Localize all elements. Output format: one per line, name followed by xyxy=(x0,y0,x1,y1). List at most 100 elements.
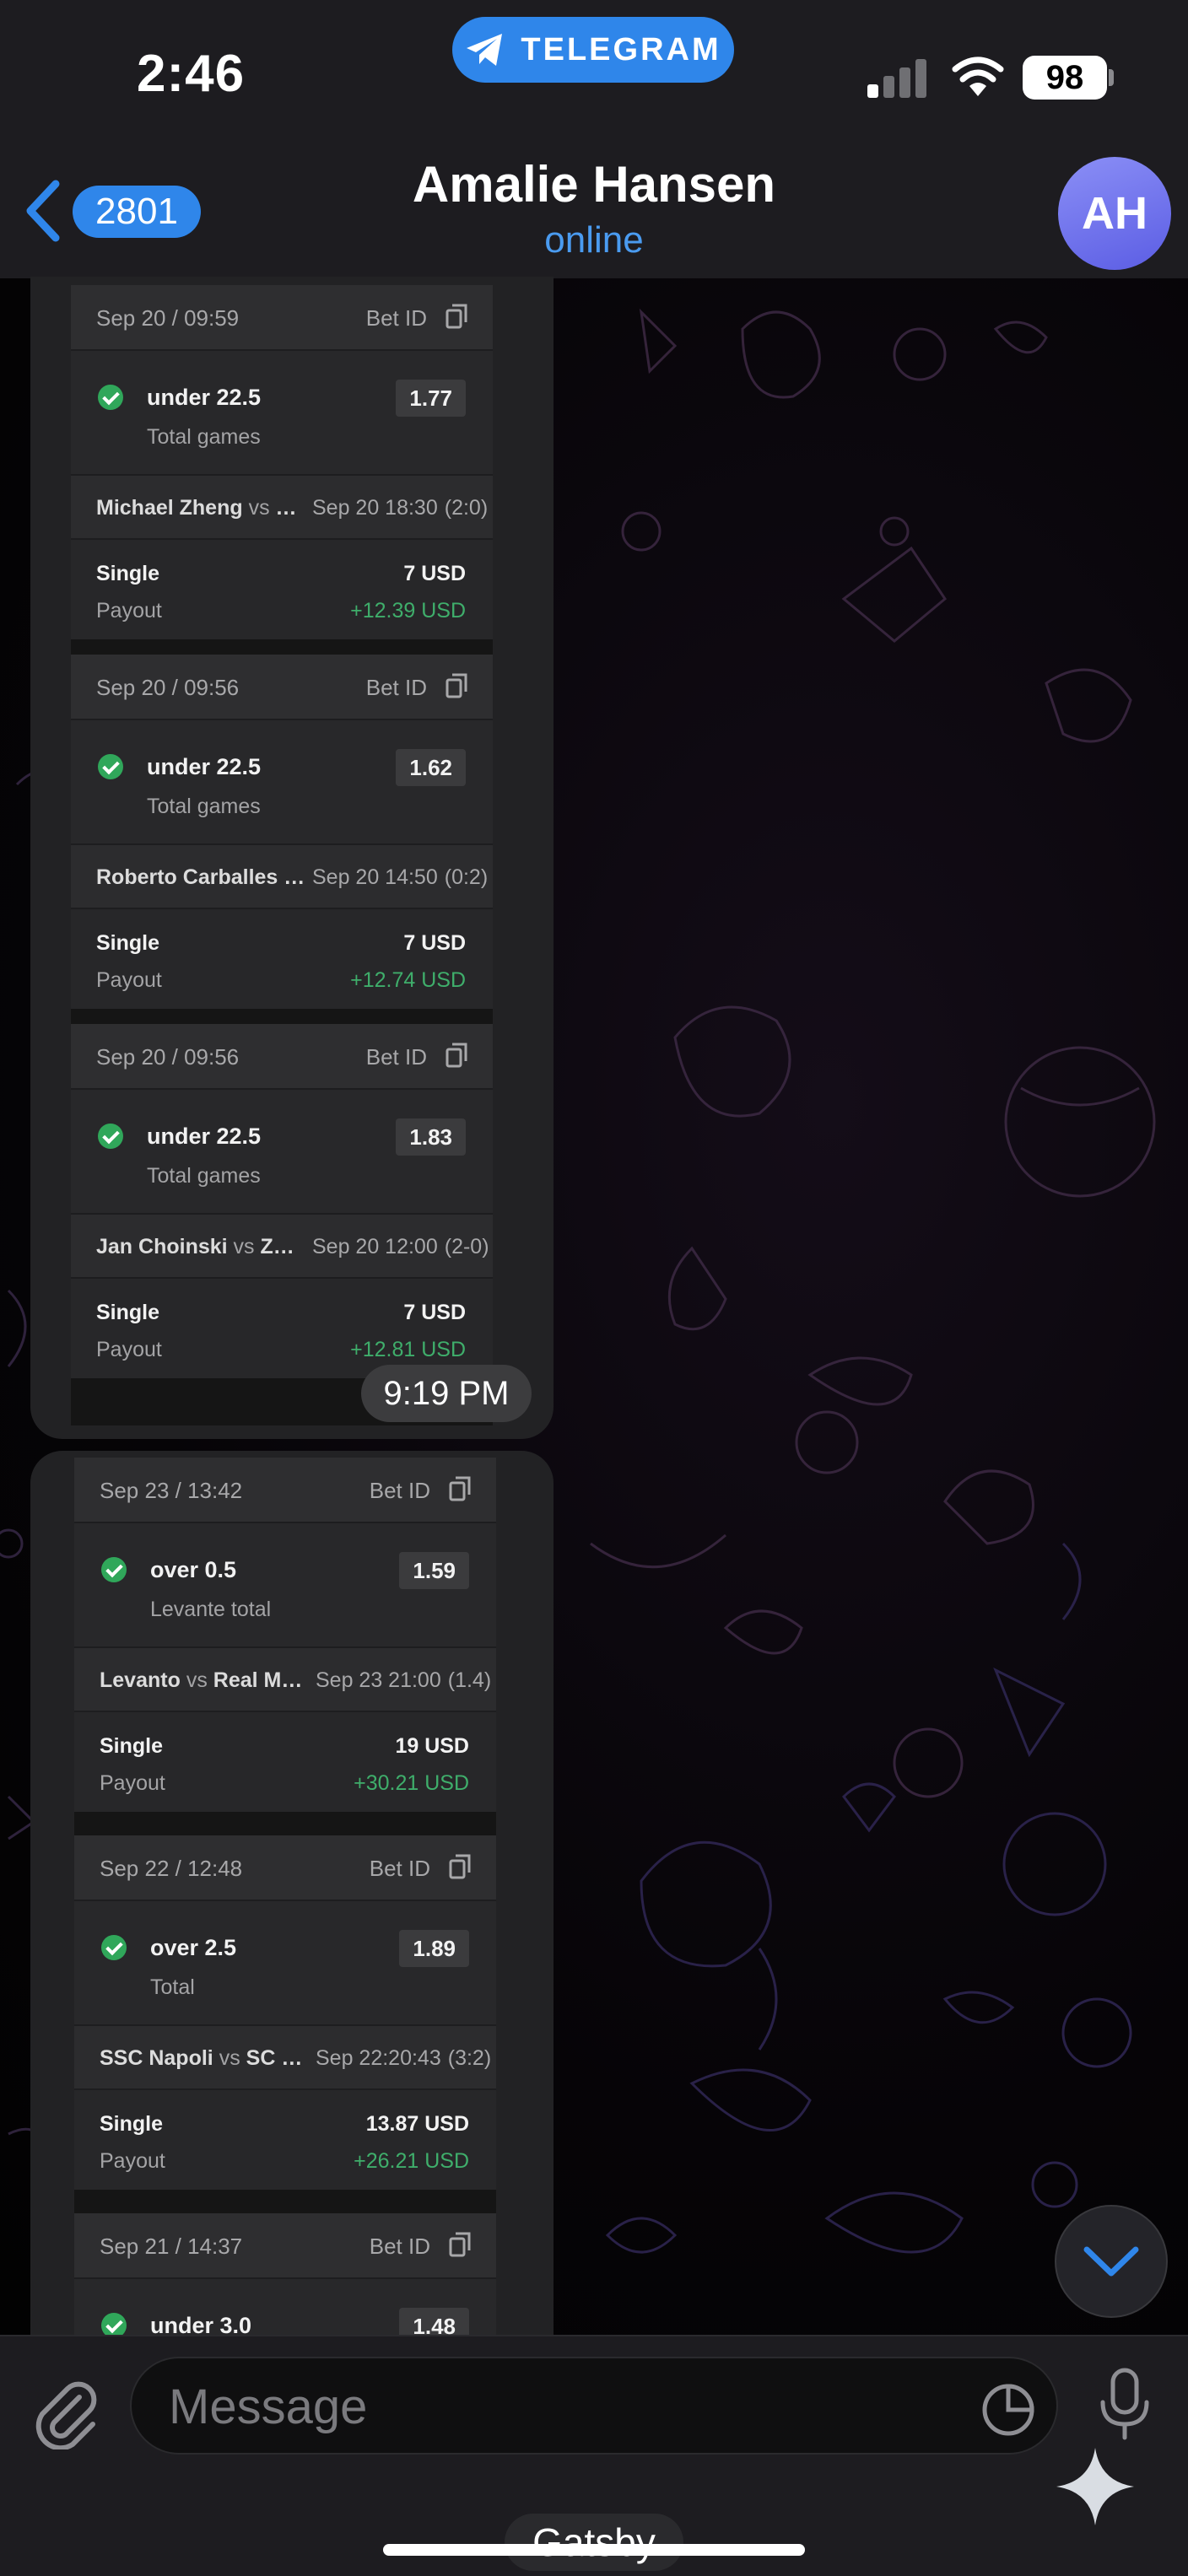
bet-card-header: Sep 20 / 09:56 Bet ID xyxy=(71,1024,493,1088)
sticker-icon[interactable] xyxy=(979,2380,1038,2439)
bet-type: Single xyxy=(96,931,160,955)
bet-pick: under 22.5 xyxy=(147,385,262,410)
bet-pick: under 22.5 xyxy=(147,754,262,779)
message-input[interactable] xyxy=(169,2377,928,2436)
bet-match: Roberto Carballes Ba... Sep 20 14:50 (0:2… xyxy=(71,843,493,908)
copy-icon[interactable] xyxy=(449,1476,471,1501)
bet-date: Sep 23 / 13:42 xyxy=(100,1478,243,1503)
payout-label: Payout xyxy=(96,599,162,622)
bet-match: Michael Zheng vs Da... Sep 20 18:30(2:0) xyxy=(71,474,493,538)
team-a: SSC Napoli xyxy=(100,2046,213,2070)
copy-icon[interactable] xyxy=(446,673,467,698)
payout-amount: +30.21 USD xyxy=(354,1771,469,1795)
bet-odds: 1.77 xyxy=(396,380,466,417)
check-circle-icon xyxy=(101,1935,127,1960)
team-b: Real Mad... xyxy=(213,1668,310,1692)
match-score: (1.4) xyxy=(447,1668,492,1692)
payout-label: Payout xyxy=(96,968,162,992)
stake-amount: 7 USD xyxy=(403,562,466,585)
bet-stake: Single 13.87 USD Payout +26.21 USD xyxy=(74,2088,496,2190)
mic-icon[interactable] xyxy=(1097,2367,1153,2443)
team-b: Da... xyxy=(275,496,307,520)
bet-pick: over 2.5 xyxy=(150,1935,237,1960)
bet-selection: under 3.0 1.48 xyxy=(74,2277,496,2336)
copy-icon[interactable] xyxy=(449,1854,471,1879)
bet-card: Sep 21 / 14:37 Bet ID under 3.0 1.48 xyxy=(74,2213,496,2336)
payout-label: Payout xyxy=(100,1771,165,1795)
bet-card-header: Sep 20 / 09:56 Bet ID xyxy=(71,655,493,719)
vs-label: vs xyxy=(233,1235,255,1258)
message-time: 9:19 PM xyxy=(361,1365,532,1422)
vs-label: vs xyxy=(186,1668,208,1692)
match-score: (0:2) xyxy=(444,865,489,889)
bet-card-header: Sep 20 / 09:59 Bet ID xyxy=(71,285,493,349)
contact-name[interactable]: Amalie Hansen xyxy=(0,155,1188,213)
bet-card: Sep 20 / 09:56 Bet ID under 22.5 Total g… xyxy=(71,1024,493,1378)
vs-label: vs xyxy=(248,496,270,520)
check-circle-icon xyxy=(98,754,123,779)
match-time: Sep 20 18:30 xyxy=(312,496,438,520)
message-input-wrapper xyxy=(130,2357,1058,2455)
message-bubble-1[interactable]: Sep 20 / 09:59 Bet ID under 22.5 Total g… xyxy=(30,277,554,1439)
payout-amount: +12.39 USD xyxy=(350,599,466,622)
vs-label: vs xyxy=(219,2046,240,2070)
home-indicator[interactable] xyxy=(383,2544,805,2556)
team-a: Roberto Carballes Ba... xyxy=(96,865,307,889)
bet-type: Single xyxy=(100,1734,164,1758)
telegram-pill-label: TELEGRAM xyxy=(521,31,721,67)
bet-selection: under 22.5 Total games 1.62 xyxy=(71,719,493,843)
check-circle-icon xyxy=(101,2313,127,2336)
bet-odds: 1.59 xyxy=(399,1552,469,1589)
bet-selection: over 2.5 Total 1.89 xyxy=(74,1900,496,2024)
bet-history-screenshot[interactable]: Sep 20 / 09:59 Bet ID under 22.5 Total g… xyxy=(71,285,493,1425)
bet-pick: under 3.0 xyxy=(150,2313,252,2336)
bet-stake: Single 19 USD Payout +30.21 USD xyxy=(74,1711,496,1812)
copy-icon[interactable] xyxy=(446,1043,467,1068)
bet-type: Single xyxy=(96,562,160,585)
copy-icon[interactable] xyxy=(446,304,467,329)
bet-market: Total xyxy=(150,1975,195,1999)
bet-market: Total games xyxy=(147,795,261,818)
payout-label: Payout xyxy=(100,2149,165,2173)
check-circle-icon xyxy=(101,1557,127,1582)
scroll-down-button[interactable] xyxy=(1055,2205,1168,2318)
bet-history-screenshot[interactable]: Sep 23 / 13:42 Bet ID over 0.5 Levante t… xyxy=(74,1458,496,2336)
bet-market: Total games xyxy=(147,1164,261,1188)
team-a: Jan Choinski xyxy=(96,1235,228,1258)
payout-amount: +12.81 USD xyxy=(350,1338,466,1361)
stake-amount: 19 USD xyxy=(395,1734,469,1758)
payout-label: Payout xyxy=(96,1338,162,1361)
bet-market: Total games xyxy=(147,425,261,449)
bet-match: Levanto vs Real Mad... Sep 23 21:00(1.4) xyxy=(74,1646,496,1711)
bet-type: Single xyxy=(96,1301,160,1324)
stake-amount: 7 USD xyxy=(403,1301,466,1324)
bet-card: Sep 22 / 12:48 Bet ID over 2.5 Total 1.8… xyxy=(74,1835,496,2190)
telegram-pill[interactable]: TELEGRAM xyxy=(452,17,734,83)
message-bubble-2[interactable]: Sep 23 / 13:42 Bet ID over 0.5 Levante t… xyxy=(30,1451,554,2336)
bet-id-label: Bet ID xyxy=(365,675,427,700)
copy-icon[interactable] xyxy=(449,2232,471,2257)
contact-status: online xyxy=(544,219,644,261)
check-circle-icon xyxy=(98,385,123,410)
chat-header: 2:46 TELEGRAM 98 2801 Amalie Hansen onli… xyxy=(0,0,1188,278)
bet-date: Sep 20 / 09:59 xyxy=(96,305,240,331)
bet-odds: 1.48 xyxy=(399,2308,469,2336)
keyboard-suggestion[interactable]: Gatsby xyxy=(505,2514,683,2571)
team-a: Michael Zheng xyxy=(96,496,243,520)
sparkle-icon[interactable] xyxy=(1053,2444,1137,2529)
match-time: Sep 22:20:43 xyxy=(316,2046,441,2070)
bet-odds: 1.62 xyxy=(396,749,466,786)
bet-odds: 1.89 xyxy=(399,1930,469,1967)
stake-amount: 13.87 USD xyxy=(365,2112,469,2136)
bet-market: Levante total xyxy=(150,1598,272,1621)
bet-match: Jan Choinski vs Zden... Sep 20 12:00 (2-0… xyxy=(71,1213,493,1277)
match-score: (2-0) xyxy=(444,1235,489,1258)
bet-id-label: Bet ID xyxy=(369,2234,430,2259)
avatar[interactable]: AH xyxy=(1058,157,1171,270)
bet-id-label: Bet ID xyxy=(369,1856,430,1881)
payout-amount: +26.21 USD xyxy=(354,2149,469,2173)
bet-card-header: Sep 21 / 14:37 Bet ID xyxy=(74,2213,496,2277)
bet-date: Sep 22 / 12:48 xyxy=(100,1856,243,1881)
status-time: 2:46 xyxy=(137,45,246,103)
paperclip-icon[interactable] xyxy=(30,2379,101,2449)
